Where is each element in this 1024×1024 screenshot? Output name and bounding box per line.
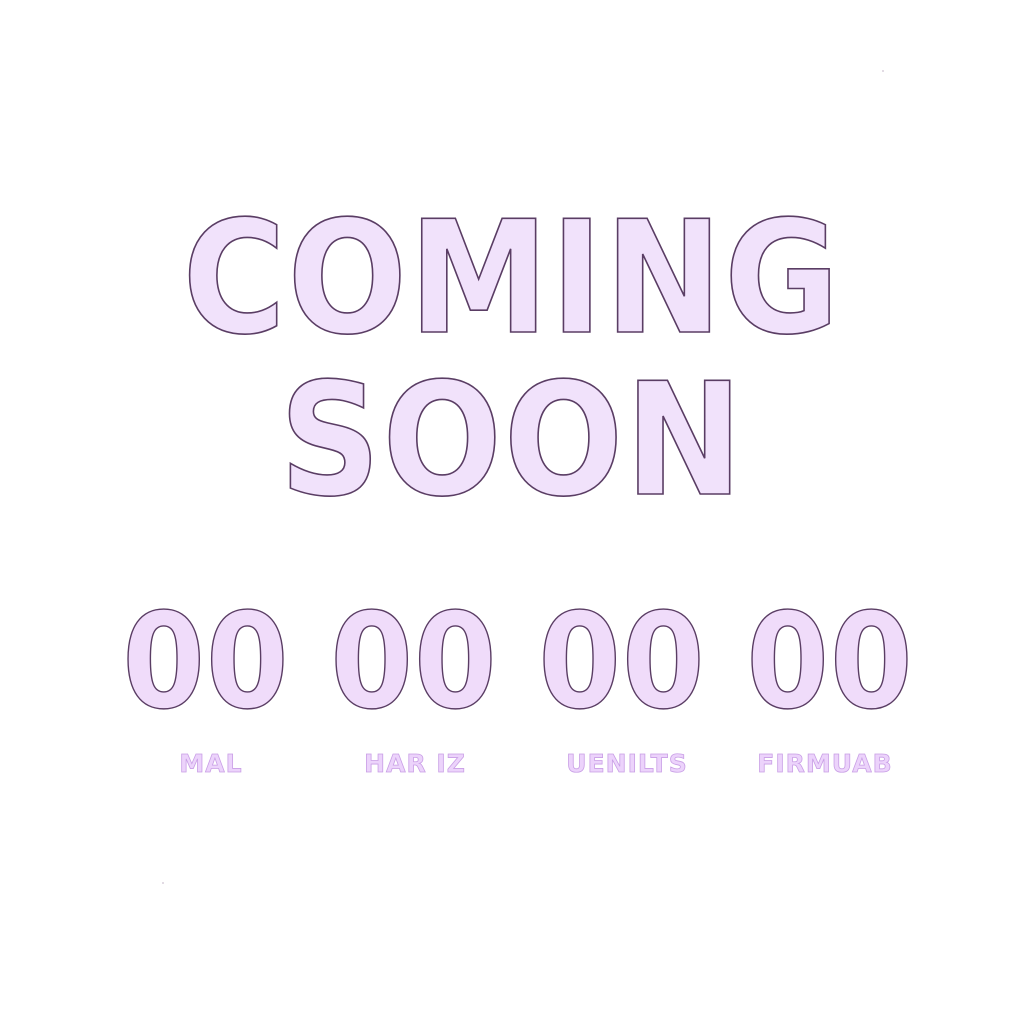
countdown-value-4: 00 [746,585,914,739]
speck [162,882,164,884]
countdown-label-4: FIRMUAB [757,749,893,778]
countdown-value-3: 00 [538,585,706,739]
headline-coming: COMING [182,187,842,369]
countdown-value-1: 00 [122,585,290,739]
countdown-label-1: MAL [179,749,243,778]
countdown-label-2: HAR IZ [364,749,466,778]
headline-soon: SOON [279,349,745,531]
countdown-label-3: UENILTS [566,749,688,778]
coming-soon-page: COMING SOON 00 00 00 00 MAL HAR IZ UENIL… [0,0,1024,1024]
countdown-value-2: 00 [330,585,498,739]
speck [882,70,884,72]
